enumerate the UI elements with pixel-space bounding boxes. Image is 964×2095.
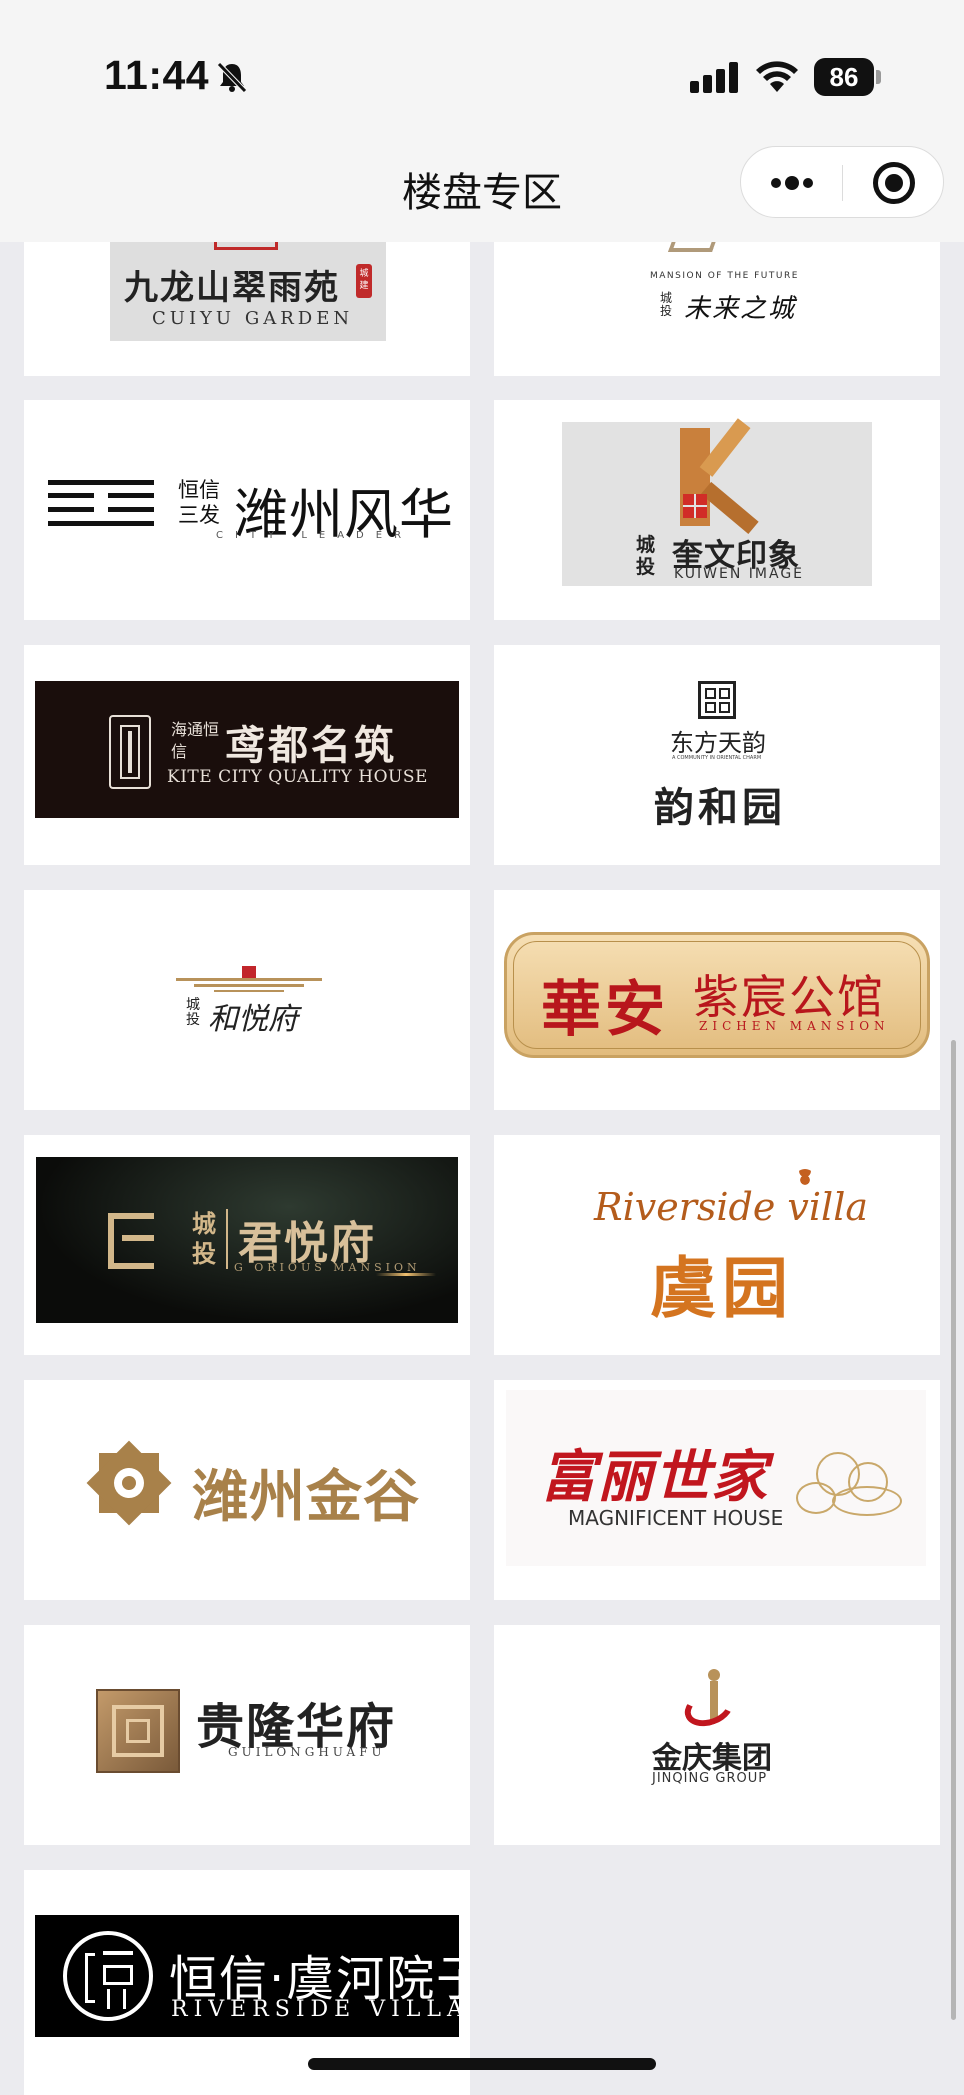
heyue-name: 和悦府 [208,1002,298,1037]
weilai-name: 未来之城 [684,294,797,324]
kuiwen-prefix: 城投 [636,534,656,578]
fenghua-prefix: 恒信三发 [178,478,220,527]
junyue-emblem [108,1213,154,1269]
project-card-heyue[interactable]: 城投 和悦府 [24,890,470,1110]
yunhe-tiny: A COMMUNITY IN ORIENTAL CHARM [672,755,762,761]
project-card-jinqing[interactable]: 金庆集团 JINQING GROUP [494,1625,940,1845]
heyue-roof-icon [176,966,322,996]
more-dot-icon [803,178,813,188]
fenghua-en: CITY LEADER [216,530,414,541]
close-mini-program-button[interactable] [843,147,945,219]
yuhe-en: RIVERSIDE VILLA [171,1997,469,2022]
jingu-name: 潍州金谷 [192,1465,420,1530]
yunhe-emblem [698,681,736,719]
jinqing-en: JINQING GROUP [652,1771,768,1786]
target-core-icon [885,174,903,192]
yuandu-en: KITE CITY QUALITY HOUSE [167,767,428,787]
project-card-jingu[interactable]: 潍州金谷 [24,1380,470,1600]
fuli-en: MAGNIFICENT HOUSE [568,1506,784,1530]
navigation-bar: 楼盘专区 [0,130,964,242]
project-card-weizhou-fenghua[interactable]: 恒信三发 潍州风华 CITY LEADER [24,400,470,620]
kuiwen-k-icon [680,418,768,534]
status-bar: 11:44 86 [0,0,964,130]
yuhe-emblem [63,1931,153,2021]
project-card-zichen[interactable]: 華安 紫宸公馆 ZICHEN MANSION [494,890,940,1110]
jingu-star-icon [82,1436,176,1530]
project-grid: 九龙山翠雨苑 城建 CUIYU GARDEN MANSION OF THE FU… [0,0,964,2095]
yuandu-emblem [109,715,151,789]
more-dot-icon [785,176,799,190]
more-options-button[interactable] [741,147,842,219]
fenghua-mark [48,480,154,526]
project-card-yuandu[interactable]: 海通恒信 鸢都名筑 KITE CITY QUALITY HOUSE [24,645,470,865]
yuhe-logo: 恒信·虞河院子 RIVERSIDE VILLA [35,1915,470,2037]
battery-cap [876,70,881,84]
battery-level: 86 [814,58,874,96]
cuiyu-logo: 九龙山翠雨苑 城建 CUIYU GARDEN [110,236,386,341]
mini-program-capsule [740,146,944,218]
scrollbar[interactable] [951,1040,956,2020]
zichen-name: 紫宸公馆 [693,970,885,1024]
zichen-logo: 華安 紫宸公馆 ZICHEN MANSION [504,932,930,1058]
weilai-top: MANSION OF THE FUTURE [650,271,799,281]
junyue-prefix: 城投 [192,1209,216,1268]
kuiwen-en: KUIWEN IMAGE [674,566,805,582]
weilai-prefix: 城投 [660,291,673,318]
home-indicator[interactable] [308,2058,656,2070]
zichen-brand: 華安 [541,975,669,1045]
yuandu-prefix: 海通恒信 [171,720,220,761]
project-card-junyue[interactable]: 城投 君悦府 G ORIOUS MANSION [24,1135,470,1355]
cellular-signal-icon [690,62,738,93]
project-card-fuli[interactable]: 富丽世家 MAGNIFICENT HOUSE [494,1380,940,1600]
heyue-prefix: 城投 [186,997,200,1028]
guilong-en: GUILONGHUAFU [228,1745,386,1759]
junyue-logo: 城投 君悦府 G ORIOUS MANSION [36,1157,458,1323]
fuli-logo: 富丽世家 MAGNIFICENT HOUSE [506,1390,926,1566]
project-card-yuyuan[interactable]: Riverside villa 虞园 [494,1135,940,1355]
status-time: 11:44 [104,52,210,98]
kuiwen-logo: 城投 奎文印象 KUIWEN IMAGE [562,418,872,586]
zichen-en: ZICHEN MANSION [699,1019,890,1033]
guilong-emblem [96,1689,180,1773]
yuandu-name: 鸢都名筑 [225,722,397,769]
yunhe-name: 东方天韵 [670,729,766,757]
project-card-kuiwen[interactable]: 城投 奎文印象 KUIWEN IMAGE [494,400,940,620]
yuandu-logo: 海通恒信 鸢都名筑 KITE CITY QUALITY HOUSE [35,681,459,818]
wifi-icon [756,61,798,92]
fuli-name: 富丽世家 [540,1444,768,1510]
yuyuan-script: Riverside villa [594,1185,869,1229]
project-card-yunhe[interactable]: 东方天韵 A COMMUNITY IN ORIENTAL CHARM 韵和园 [494,645,940,865]
cuiyu-seal: 城建 [356,264,372,298]
fuli-cloud-icon [796,1452,908,1522]
project-card-guilong[interactable]: 贵隆华府 GUILONGHUAFU [24,1625,470,1845]
jinqing-logo-icon [679,1669,740,1741]
more-dot-icon [771,178,781,188]
battery-indicator: 86 [814,58,881,96]
silent-bell-icon [217,62,247,93]
yuyuan-name: 虞园 [650,1249,794,1327]
yunhe-sub: 韵和园 [654,784,786,831]
cuiyu-en: CUIYU GARDEN [152,308,354,329]
cuiyu-name: 九龙山翠雨苑 [124,268,340,308]
